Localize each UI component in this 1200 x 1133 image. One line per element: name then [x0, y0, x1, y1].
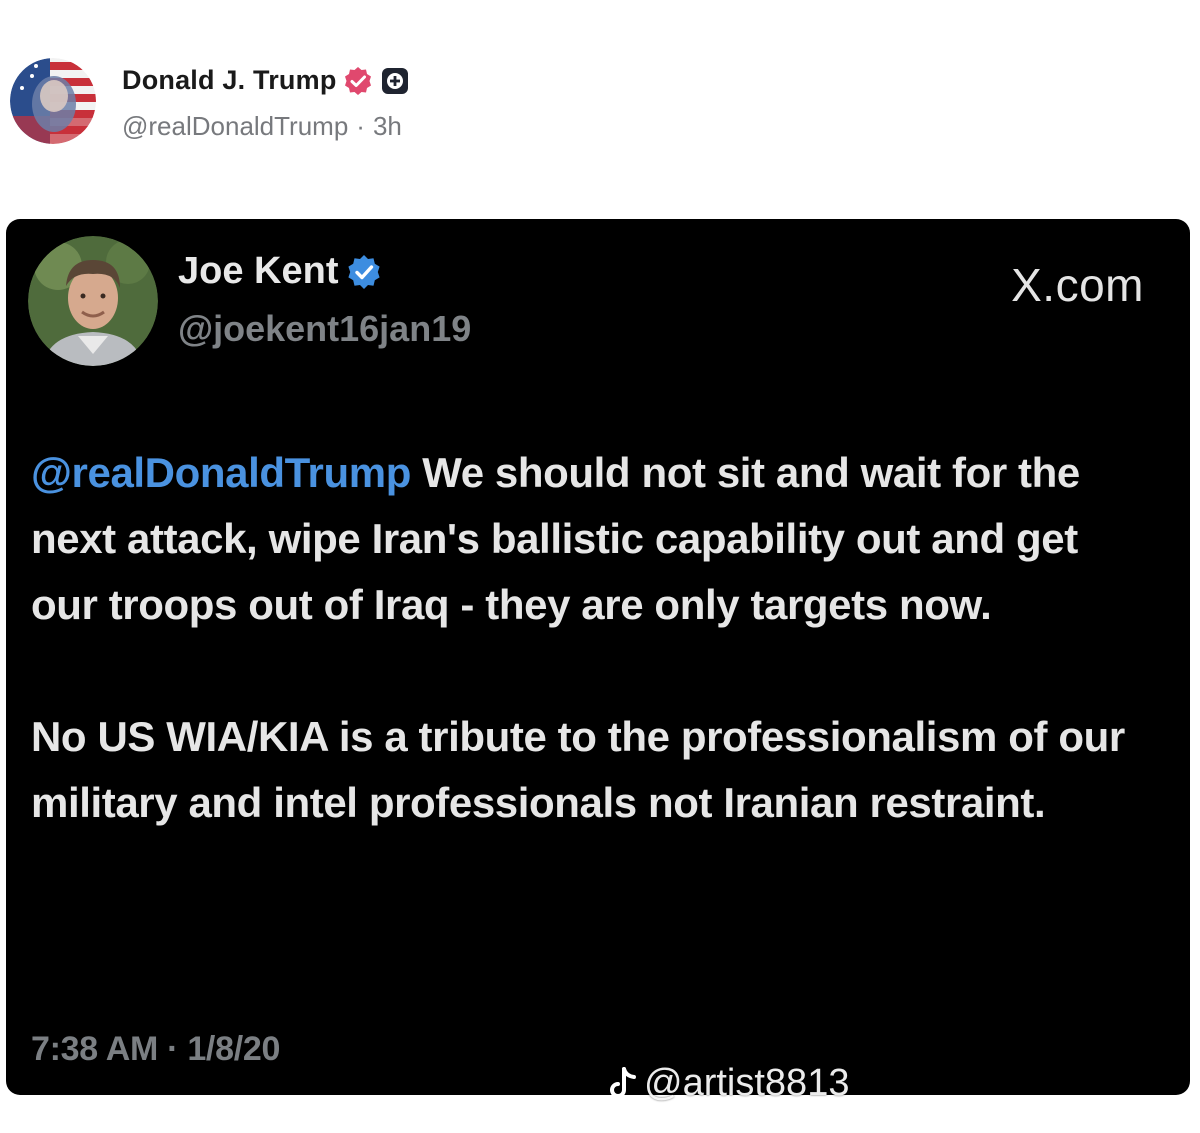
verified-badge-icon — [344, 66, 371, 95]
tweet-text-line1: We should not sit and wait — [410, 449, 941, 496]
author-name[interactable]: Donald J. Trump — [122, 65, 337, 96]
author-handle[interactable]: @realDonaldTrump — [122, 111, 348, 142]
mention-link[interactable]: @realDonaldTrump — [31, 449, 411, 496]
source-label: X.com — [1011, 259, 1144, 311]
watermark: @artist8813 — [604, 1062, 849, 1105]
tweet-avatar — [28, 236, 158, 366]
tweet-timestamp[interactable]: 7:38 AM · 1/8/20 — [31, 1030, 280, 1069]
tweet-author-name[interactable]: Joe Kent — [178, 250, 338, 293]
avatar[interactable] — [10, 58, 96, 144]
meta-separator: · — [356, 110, 365, 141]
person-portrait-avatar — [28, 236, 158, 366]
tweet-paragraph-1: @realDonaldTrump We should not sit and w… — [31, 440, 1151, 638]
page: Donald J. Trump @realDonaldTrump · 3h Jo… — [0, 0, 1200, 1133]
plus-badge-icon — [381, 67, 408, 94]
tweet-author-row: Joe Kent — [178, 250, 382, 293]
author-info: Donald J. Trump @realDonaldTrump · 3h — [122, 61, 409, 142]
tiktok-icon — [610, 1066, 636, 1098]
flag-portrait-avatar — [10, 58, 96, 144]
tweet-author-handle[interactable]: @joekent16jan19 — [178, 308, 471, 350]
author-meta: @realDonaldTrump · 3h — [122, 111, 409, 142]
watermark-text: @artist8813 — [644, 1062, 850, 1104]
post-time[interactable]: 3h — [373, 111, 402, 142]
verified-badge-icon — [348, 254, 381, 289]
tweet-text: @realDonaldTrump We should not sit and w… — [31, 440, 1151, 836]
tweet-paragraph-2: No US WIA/KIA is a tribute to the profes… — [31, 713, 1125, 826]
author-name-row: Donald J. Trump — [122, 61, 409, 101]
post-header: Donald J. Trump @realDonaldTrump · 3h — [10, 55, 409, 147]
